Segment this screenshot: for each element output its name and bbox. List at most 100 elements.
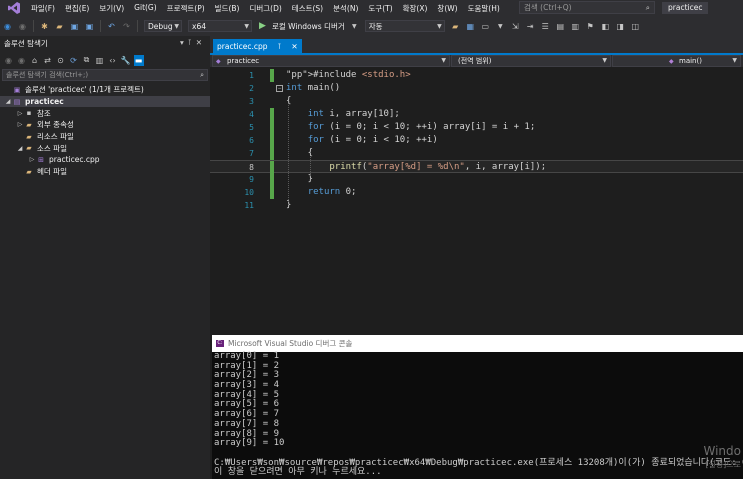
- line-number: 9: [249, 175, 254, 184]
- menu-item[interactable]: 분석(N): [328, 3, 363, 14]
- code-line[interactable]: 4 int i, array[10];: [210, 108, 743, 121]
- open-folder-icon[interactable]: ▰: [54, 21, 65, 32]
- prev-bookmark-icon[interactable]: ◧: [600, 21, 611, 32]
- code-line[interactable]: 1 "pp">#include <stdio.h>: [210, 69, 743, 82]
- line-number: 7: [249, 149, 254, 158]
- switch-views-icon[interactable]: ⇄: [43, 55, 53, 66]
- undo-icon[interactable]: ↶: [106, 21, 117, 32]
- performance-icon[interactable]: ▦: [465, 21, 476, 32]
- code-line[interactable]: 5 for (i = 0; i < 10; ++i) array[i] = i …: [210, 121, 743, 134]
- tree-item[interactable]: ▣ 솔루션 'practicec' (1/1개 프로젝트): [0, 84, 210, 96]
- tree-item[interactable]: ▰ 헤더 파일: [0, 166, 210, 178]
- comment-icon[interactable]: ▤: [555, 21, 566, 32]
- code-line[interactable]: 8 printf("array[%d] = %d\n", i, array[i]…: [210, 160, 743, 174]
- toolbar-dropdown-icon[interactable]: ▼: [495, 21, 506, 32]
- start-debugging-button[interactable]: 로컬 Windows 디버거: [272, 21, 345, 32]
- new-item-icon[interactable]: ✱: [39, 21, 50, 32]
- save-icon[interactable]: ▣: [69, 21, 80, 32]
- code-line[interactable]: 2 − int main(): [210, 82, 743, 95]
- menu-item[interactable]: 창(W): [432, 3, 462, 14]
- tree-item-label: 소스 파일: [37, 143, 67, 153]
- change-marker: [270, 69, 274, 82]
- step-into-icon[interactable]: ⇲: [510, 21, 521, 32]
- expand-toggle-icon[interactable]: ▷: [28, 156, 36, 163]
- sync-icon[interactable]: ⟳: [69, 55, 79, 66]
- menu-item[interactable]: 편집(E): [60, 3, 94, 14]
- expand-toggle-icon[interactable]: ▷: [16, 121, 24, 128]
- configuration-select[interactable]: Debug ▼: [144, 20, 182, 32]
- expand-toggle-icon[interactable]: ◢: [16, 145, 24, 152]
- console-line: array[3] = 4: [214, 380, 280, 391]
- search-input[interactable]: 검색 (Ctrl+Q) ⌕: [519, 1, 655, 14]
- save-all-icon[interactable]: ▣: [84, 21, 95, 32]
- debug-console-window[interactable]: C: Microsoft Visual Studio 디버그 콘솔 array[…: [212, 335, 743, 479]
- code-text: for (i = 0; i < 10; ++i): [307, 135, 438, 145]
- menu-item[interactable]: 빌드(B): [210, 3, 245, 14]
- code-line[interactable]: 10 return 0;: [210, 186, 743, 199]
- step-over-icon[interactable]: ⇥: [525, 21, 536, 32]
- menu-item[interactable]: 확장(X): [398, 3, 433, 14]
- menu-item[interactable]: 도움말(H): [463, 3, 505, 14]
- menu-item[interactable]: 파일(F): [26, 3, 60, 14]
- forward-icon[interactable]: ◉: [17, 55, 27, 66]
- member-dropdown[interactable]: ◆ main() ▼: [612, 55, 741, 67]
- preview-icon[interactable]: ▬: [133, 54, 144, 66]
- menu-item[interactable]: 보기(V): [94, 3, 129, 14]
- tab-practicec-cpp[interactable]: practicec.cpp ⊺ ✕: [213, 39, 302, 53]
- panel-menu-icon[interactable]: ▾: [180, 38, 188, 47]
- run-mode-select[interactable]: 자동 ▼: [364, 20, 445, 32]
- tree-item[interactable]: ◢ ▤ practicec: [0, 95, 210, 108]
- pin-icon[interactable]: ⊺: [277, 42, 281, 51]
- properties-icon[interactable]: 🔧: [121, 55, 131, 66]
- tree-item[interactable]: ◢ ▰ 소스 파일: [0, 142, 210, 154]
- code-editor[interactable]: 1 "pp">#include <stdio.h> 2 − int main() 3{4 …: [210, 67, 743, 335]
- start-debugging-icon[interactable]: ▶: [257, 21, 268, 32]
- pin-icon[interactable]: ⊺: [188, 38, 196, 47]
- code-line[interactable]: 7 {: [210, 147, 743, 160]
- code-line[interactable]: 9 }: [210, 173, 743, 186]
- browse-icon[interactable]: ▭: [480, 21, 491, 32]
- platform-select[interactable]: x64 ▼: [188, 20, 252, 32]
- expand-toggle-icon[interactable]: ◢: [4, 98, 12, 105]
- solution-explorer-search-input[interactable]: 솔루션 탐색기 검색(Ctrl+;) ⌕: [2, 69, 208, 81]
- clear-bookmark-icon[interactable]: ◫: [630, 21, 641, 32]
- uncomment-icon[interactable]: ▥: [570, 21, 581, 32]
- project-dropdown[interactable]: ◆ practicec ▼: [212, 55, 450, 67]
- bookmark-icon[interactable]: ⚑: [585, 21, 596, 32]
- redo-icon[interactable]: ↷: [121, 21, 132, 32]
- code-line[interactable]: 6 for (i = 0; i < 10; ++i): [210, 134, 743, 147]
- document-tab-strip: practicec.cpp ⊺ ✕: [210, 36, 743, 55]
- show-all-files-icon[interactable]: ▥: [95, 55, 105, 66]
- collapse-icon[interactable]: −: [276, 85, 283, 92]
- back-icon[interactable]: ◉: [2, 21, 13, 32]
- align-icon[interactable]: ☰: [540, 21, 551, 32]
- menu-item[interactable]: 디버그(D): [244, 3, 286, 14]
- tree-item[interactable]: ▷ ▰ 외부 종속성: [0, 119, 210, 131]
- forward-icon[interactable]: ◉: [17, 21, 28, 32]
- menu-item[interactable]: 프로젝트(P): [162, 3, 210, 14]
- tree-item[interactable]: ▰ 리소스 파일: [0, 131, 210, 143]
- tree-item[interactable]: ▷ ⊞ practicec.cpp: [0, 154, 210, 166]
- collapse-all-icon[interactable]: ⧉: [82, 55, 92, 66]
- console-title-bar: C: Microsoft Visual Studio 디버그 콘솔: [212, 335, 743, 352]
- home-icon[interactable]: ⌂: [30, 55, 40, 66]
- menu-item[interactable]: 테스트(S): [287, 3, 328, 14]
- solution-icon: ▣: [13, 85, 21, 94]
- hot-reload-icon[interactable]: ▰: [450, 21, 461, 32]
- view-code-icon[interactable]: ‹›: [108, 55, 118, 66]
- scope-dropdown[interactable]: (전역 범위) ▼: [451, 55, 611, 67]
- project-title[interactable]: practicec: [662, 2, 709, 14]
- close-icon[interactable]: ✕: [196, 38, 206, 47]
- tree-item[interactable]: ▷ ▪ 참조: [0, 107, 210, 119]
- code-line[interactable]: 3{: [210, 95, 743, 108]
- menu-item[interactable]: 도구(T): [363, 3, 397, 14]
- close-tab-icon[interactable]: ✕: [291, 42, 297, 51]
- change-marker: [270, 186, 274, 199]
- back-icon[interactable]: ◉: [4, 55, 14, 66]
- code-line[interactable]: 11}: [210, 199, 743, 212]
- pending-changes-icon[interactable]: ⊙: [56, 55, 66, 66]
- next-bookmark-icon[interactable]: ◨: [615, 21, 626, 32]
- menu-item[interactable]: Git(G): [129, 3, 162, 14]
- expand-toggle-icon[interactable]: ▷: [16, 110, 24, 117]
- run-dropdown-icon[interactable]: ▼: [349, 21, 360, 32]
